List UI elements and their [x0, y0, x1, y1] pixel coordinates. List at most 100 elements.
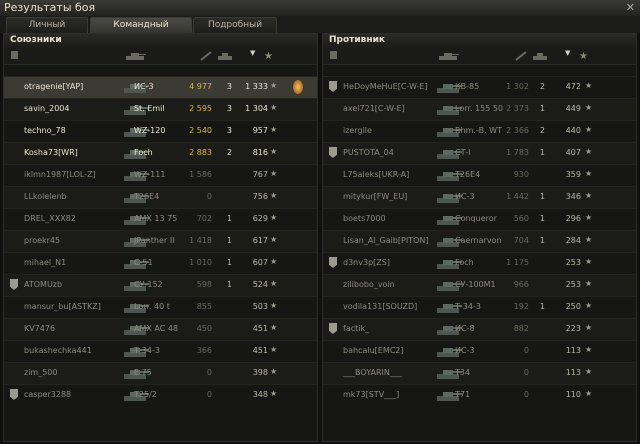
sort-rank-icon[interactable]: [329, 51, 338, 64]
tab-detailed-report[interactable]: Подробный отчёт: [193, 17, 277, 45]
sort-xp-star-icon[interactable]: ★: [579, 51, 588, 62]
damage-value: 1 302: [506, 82, 529, 91]
kills-value: 1: [539, 302, 545, 311]
xp-value: 607: [252, 258, 268, 267]
damage-value: 0: [206, 192, 212, 201]
sort-vehicle-icon[interactable]: [124, 51, 146, 64]
close-icon[interactable]: ✕: [626, 1, 635, 14]
vehicle-name: С-51: [134, 258, 153, 267]
star-icon: ★: [270, 323, 278, 332]
xp-value: 472: [565, 82, 581, 91]
sort-rank-icon[interactable]: [10, 51, 19, 64]
star-icon: ★: [270, 81, 278, 90]
player-name: factik_: [343, 324, 370, 333]
sort-kills-icon[interactable]: [531, 51, 549, 64]
table-row[interactable]: mihael_N1 С-51 1 010 1 607 ★: [4, 252, 317, 274]
table-row[interactable]: techno_78 WZ-120 2 540 3 957 ★: [4, 120, 317, 142]
table-row[interactable]: otragenie[YAP] ИС-3 4 977 3 1 333 ★: [4, 76, 317, 98]
table-row[interactable]: axel721[C-W-E] Lorr. 155 50 2 373 1 449 ★: [323, 98, 636, 120]
star-icon: ★: [270, 125, 278, 134]
sort-vehicle-icon[interactable]: [437, 51, 459, 64]
vehicle-name: St. Emil: [134, 104, 165, 113]
vehicle-name: T25/2: [134, 390, 157, 399]
table-row[interactable]: d3nv3p[ZS] Foch 1 175 253 ★: [323, 252, 636, 274]
table-row[interactable]: vodila131[SOUZD] Т-34-3 192 1 250 ★: [323, 296, 636, 318]
damage-value: 1 442: [506, 192, 529, 201]
player-name: bahcalu[EMC2]: [343, 346, 404, 355]
medal-icon: [293, 80, 303, 94]
player-name: zim_500: [24, 368, 58, 377]
table-row[interactable]: mk73[STV___] T71 0 110 ★: [323, 384, 636, 406]
vehicle-name: СУ-100М1: [455, 280, 496, 289]
table-row[interactable]: L75aleks[UKR-A] T26E4 930 359 ★: [323, 164, 636, 186]
table-row[interactable]: mansur_bu[ASTKZ] Lorr. 40 t 855 503 ★: [4, 296, 317, 318]
table-row[interactable]: Lisan_Al_Gaib[PITON] Caernarvon 704 1 284 ★: [323, 230, 636, 252]
sort-damage-icon[interactable]: [200, 51, 212, 64]
star-icon: ★: [270, 367, 278, 376]
xp-value: 816: [252, 148, 268, 157]
vehicle-name: Foch: [134, 148, 153, 157]
table-row[interactable]: bahcalu[EMC2] ИС-3 0 113 ★: [323, 340, 636, 362]
sort-kills-icon[interactable]: [216, 51, 234, 64]
xp-value: 524: [252, 280, 268, 289]
vehicle-name: Rhm.-B. WT: [455, 126, 502, 135]
damage-value: 2 373: [506, 104, 529, 113]
player-name: boets7000: [343, 214, 386, 223]
table-row[interactable]: PUSTOTA_04 СТ-I 1 783 1 407 ★: [323, 142, 636, 164]
tab-team-result[interactable]: Командный результат: [90, 17, 192, 45]
player-name: casper3288: [24, 390, 72, 399]
table-row[interactable]: savin_2004 St. Emil 2 595 3 1 304 ★: [4, 98, 317, 120]
table-row[interactable]: zim_500 E 75 0 398 ★: [4, 362, 317, 384]
player-name: zilibobo_voin: [343, 280, 395, 289]
kills-value: 3: [226, 104, 232, 113]
damage-value: 2 366: [506, 126, 529, 135]
xp-value: 110: [565, 390, 581, 399]
star-icon: ★: [585, 345, 593, 354]
star-icon: ★: [585, 367, 593, 376]
vehicle-name: Т-34-3: [134, 346, 160, 355]
player-name: L75aleks[UKR-A]: [343, 170, 410, 179]
xp-value: 451: [252, 324, 268, 333]
allies-panel: Союзники ▼ ★ otragenie[YAP] ИС-3 4 977 3 1 3…: [3, 33, 318, 442]
player-name: vodila131[SOUZD]: [343, 302, 418, 311]
table-row[interactable]: DREL_XXX82 AMX 13 75 702 1 629 ★: [4, 208, 317, 230]
table-row[interactable]: HeDoyMeHuE[C-W-E] КВ-85 1 302 2 472 ★: [323, 76, 636, 98]
kills-value: 1: [539, 236, 545, 245]
xp-value: 440: [565, 126, 581, 135]
tab-personal-result[interactable]: Личный результат: [6, 17, 88, 45]
star-icon: ★: [585, 81, 593, 90]
xp-value: 767: [252, 170, 268, 179]
sort-damage-icon[interactable]: [515, 51, 527, 64]
table-row[interactable]: izergile Rhm.-B. WT 2 366 2 440 ★: [323, 120, 636, 142]
table-row[interactable]: LLkolelenb T26E4 0 756 ★: [4, 186, 317, 208]
vehicle-name: T34: [455, 368, 471, 377]
vehicle-name: Caernarvon: [455, 236, 502, 245]
player-name: mk73[STV___]: [343, 390, 400, 399]
star-icon: ★: [270, 235, 278, 244]
table-row[interactable]: proekr45 JPanther II 1 418 1 617 ★: [4, 230, 317, 252]
table-row[interactable]: boets7000 Conqueror 560 1 296 ★: [323, 208, 636, 230]
vehicle-name: ИС-8: [455, 324, 475, 333]
damage-value: 1 418: [189, 236, 212, 245]
star-icon: ★: [270, 279, 278, 288]
table-row[interactable]: ___BOYARIN___ T34 0 113 ★: [323, 362, 636, 384]
xp-value: 451: [252, 346, 268, 355]
table-row[interactable]: casper3288 T25/2 0 348 ★: [4, 384, 317, 406]
table-row[interactable]: KV7476 AMX AC 48 450 451 ★: [4, 318, 317, 340]
enemies-header: Противник: [323, 34, 636, 48]
sort-xp-star-icon[interactable]: ★: [264, 51, 273, 62]
table-row[interactable]: ATOMUzb СУ-152 598 1 524 ★: [4, 274, 317, 296]
table-row[interactable]: zilibobo_voin СУ-100М1 966 253 ★: [323, 274, 636, 296]
table-row[interactable]: mitykur[FW_EU] ИС-3 1 442 1 346 ★: [323, 186, 636, 208]
star-icon: ★: [585, 191, 593, 200]
vehicle-name: ИС-3: [455, 346, 475, 355]
table-row[interactable]: factik_ ИС-8 882 223 ★: [323, 318, 636, 340]
rank-badge-icon: [329, 147, 337, 158]
table-row[interactable]: Kosha73[WR] Foch 2 883 2 816 ★: [4, 142, 317, 164]
enemies-title: Противник: [329, 35, 386, 45]
kills-value: 1: [226, 280, 232, 289]
player-name: ATOMUzb: [24, 280, 63, 289]
table-row[interactable]: iklmn1987[LOL-Z] WZ-111 1 586 767 ★: [4, 164, 317, 186]
xp-value: 253: [565, 258, 581, 267]
table-row[interactable]: bukashechka441 Т-34-3 366 451 ★: [4, 340, 317, 362]
